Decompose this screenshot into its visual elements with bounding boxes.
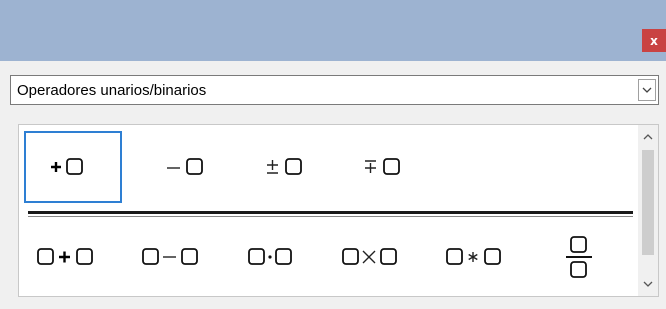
binary-cdot-icon [248,248,292,265]
symbol-unary-minus[interactable] [139,131,237,203]
symbol-plus-minus[interactable] [239,131,337,203]
separator-line [28,211,633,214]
chevron-down-icon[interactable] [638,79,656,101]
chevron-down-icon[interactable] [638,274,658,294]
title-bar: x [0,0,666,61]
symbols-panel [18,124,659,297]
binary-asterisk-icon [446,248,501,265]
symbol-unary-plus[interactable] [24,131,122,203]
close-button[interactable]: x [642,29,666,52]
category-dropdown[interactable]: Operadores unarios/binarios [10,75,659,105]
minus-plus-icon [365,158,400,175]
symbol-binary-times[interactable] [329,225,429,289]
symbol-fraction[interactable] [549,221,609,293]
binary-plus-icon [37,248,93,265]
symbol-binary-minus[interactable] [129,225,229,289]
binary-times-icon [342,248,397,265]
fraction-icon [566,236,592,278]
symbol-minus-plus[interactable] [337,131,435,203]
symbol-binary-ast[interactable] [433,225,533,289]
unary-plus-icon [51,158,83,175]
separator-line-shadow [28,216,633,217]
symbol-binary-plus[interactable] [24,225,124,289]
symbol-binary-cdot[interactable] [235,225,331,289]
binary-minus-icon [142,248,198,265]
close-icon: x [650,33,658,48]
vertical-scrollbar[interactable] [638,125,658,296]
plus-minus-icon [267,158,302,175]
chevron-up-icon[interactable] [638,127,658,147]
category-dropdown-value: Operadores unarios/binarios [17,82,207,99]
unary-minus-icon [167,158,203,175]
scrollbar-thumb[interactable] [642,150,654,255]
